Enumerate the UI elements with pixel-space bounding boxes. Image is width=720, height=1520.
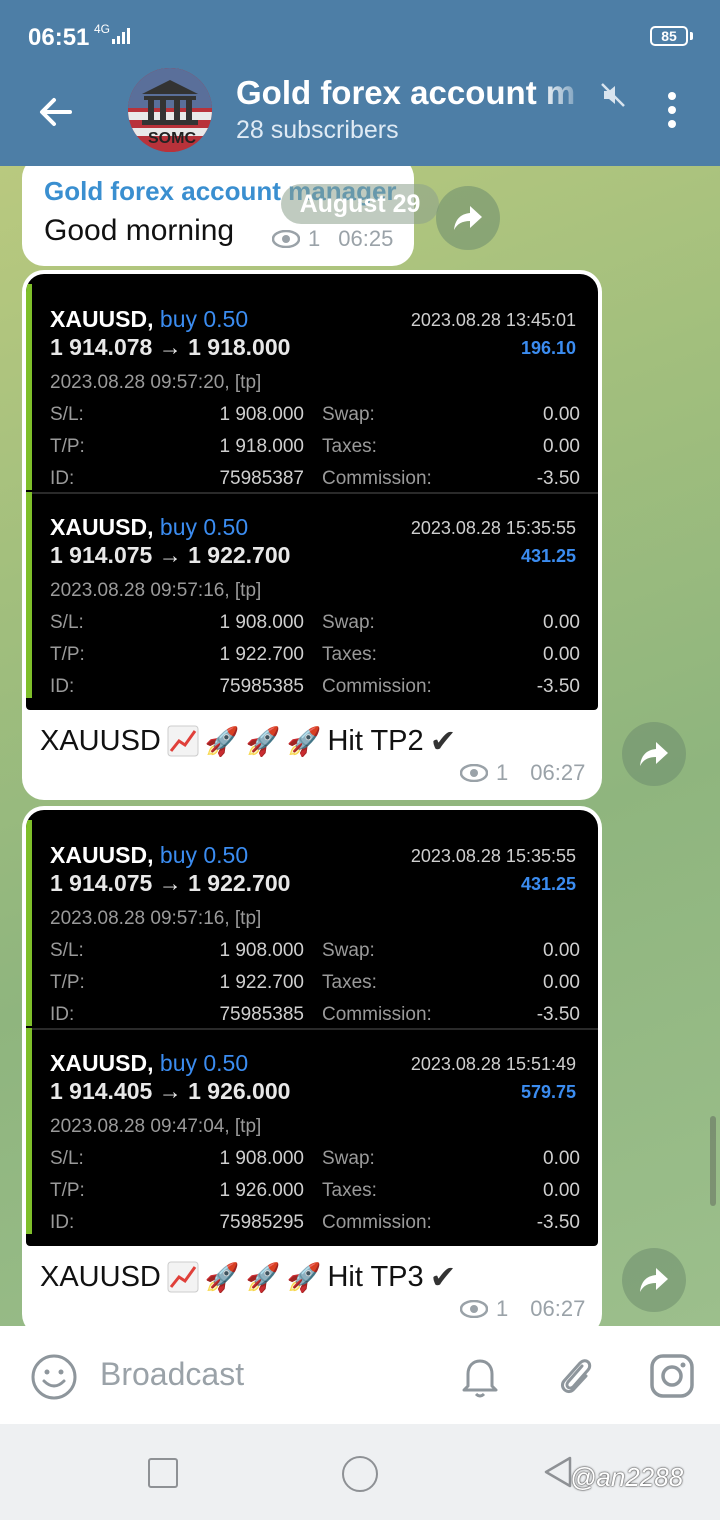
share-arrow-icon — [640, 1268, 668, 1292]
status-time: 06:51 — [28, 24, 90, 51]
message-time: 06:27 — [530, 760, 586, 785]
caption-text: Hit TP3 — [327, 1260, 424, 1293]
subscriber-count: 28 subscribers — [236, 116, 399, 144]
view-count: 1 — [496, 760, 509, 785]
trade-symbol: XAUUSD, — [50, 842, 154, 868]
share-arrow-icon — [640, 742, 668, 766]
message-meta: 1 06:27 — [460, 760, 585, 786]
home-button[interactable] — [342, 1456, 378, 1492]
channel-title[interactable]: Gold forex account m — [236, 74, 582, 112]
message-text: Good morning — [44, 214, 235, 247]
trade-prices: 1 914.078 → 1 918.000 — [50, 334, 291, 360]
emoji-icon[interactable] — [30, 1353, 78, 1401]
message-input-bar: Broadcast — [0, 1326, 720, 1424]
broadcast-input[interactable]: Broadcast — [100, 1356, 244, 1393]
message-time: 06:25 — [338, 226, 394, 251]
trade-open-time: 2023.08.28 09:57:16, [tp] — [50, 580, 262, 601]
system-nav-bar: @an2288 — [0, 1424, 720, 1520]
bell-icon[interactable] — [456, 1352, 504, 1400]
camera-icon[interactable] — [648, 1352, 696, 1400]
scrollbar[interactable] — [710, 1116, 716, 1206]
message-caption: XAUUSD 🚀 🚀 🚀 Hit TP3 ✔ — [40, 1258, 456, 1296]
trade-open-time: 2023.08.28 09:57:20, [tp] — [50, 372, 262, 393]
trade-side: buy 0.50 — [159, 514, 249, 540]
rocket-icon: 🚀 — [245, 725, 281, 757]
trade-close-time: 2023.08.28 15:35:55 — [410, 846, 576, 866]
muted-icon — [601, 83, 625, 107]
forward-button[interactable] — [622, 722, 686, 786]
trade-open-time: 2023.08.28 09:47:04, [tp] — [50, 1116, 262, 1137]
caption-symbol: XAUUSD — [40, 1260, 161, 1293]
trade-entry: XAUUSD, buy 0.50 1 914.075 → 1 922.700 2… — [26, 492, 598, 698]
network-type: 4G — [94, 22, 111, 36]
trade-symbol: XAUUSD, — [50, 306, 154, 332]
rocket-icon: 🚀 — [286, 725, 322, 757]
battery-tip — [690, 32, 693, 40]
watermark: @an2288 — [570, 1462, 684, 1492]
trade-entry: XAUUSD, buy 0.50 1 914.405 → 1 926.000 2… — [26, 1028, 598, 1234]
trade-close-time: 2023.08.28 15:51:49 — [410, 1054, 576, 1074]
trade-close-time: 2023.08.28 13:45:01 — [410, 310, 576, 330]
message-bubble[interactable]: XAUUSD, buy 0.50 1 914.075 → 1 922.700 2… — [22, 806, 602, 1326]
trade-prices: 1 914.075 → 1 922.700 — [50, 870, 291, 896]
check-icon: ✔ — [429, 1259, 457, 1295]
message-meta: 1 06:27 — [460, 1296, 585, 1322]
views-eye-icon — [460, 1300, 488, 1318]
trade-close-time: 2023.08.28 15:35:55 — [410, 518, 576, 538]
view-count: 1 — [308, 226, 321, 251]
chat-area[interactable]: Gold forex account manager Good morning … — [0, 166, 720, 1326]
attach-icon[interactable] — [552, 1352, 600, 1400]
caption-text: Hit TP2 — [327, 724, 424, 757]
trade-prices: 1 914.075 → 1 922.700 — [50, 542, 291, 568]
date-pill: August 29 — [281, 184, 439, 224]
avatar-label: SOMC — [148, 130, 196, 147]
trade-screenshot[interactable]: XAUUSD, buy 0.50 1 914.078 → 1 918.000 2… — [26, 274, 598, 710]
channel-avatar[interactable]: SOMC — [128, 68, 212, 152]
title-fade — [540, 72, 590, 112]
forward-button[interactable] — [436, 186, 500, 250]
chart-increasing-icon — [167, 1261, 199, 1293]
more-options-icon[interactable] — [660, 90, 684, 130]
trade-side: buy 0.50 — [159, 1050, 249, 1076]
back-arrow-icon[interactable] — [34, 90, 78, 134]
rocket-icon: 🚀 — [204, 1261, 240, 1293]
trade-profit: 579.75 — [520, 1082, 576, 1102]
forward-button[interactable] — [622, 1248, 686, 1312]
caption-symbol: XAUUSD — [40, 724, 161, 757]
chart-increasing-icon — [167, 725, 199, 757]
message-time: 06:27 — [530, 1296, 586, 1321]
trade-profit: 431.25 — [520, 874, 576, 894]
trade-open-time: 2023.08.28 09:57:16, [tp] — [50, 908, 262, 929]
trade-prices: 1 914.405 → 1 926.000 — [50, 1078, 291, 1104]
check-icon: ✔ — [429, 723, 457, 759]
rocket-icon: 🚀 — [204, 725, 240, 757]
trade-entry: XAUUSD, buy 0.50 1 914.075 → 1 922.700 2… — [26, 820, 598, 1026]
trade-profit: 196.10 — [520, 338, 576, 358]
message-caption: XAUUSD 🚀 🚀 🚀 Hit TP2 ✔ — [40, 722, 456, 760]
trade-side: buy 0.50 — [159, 306, 249, 332]
signal-icon — [112, 28, 130, 44]
trade-symbol: XAUUSD, — [50, 514, 154, 540]
rocket-icon: 🚀 — [245, 1261, 281, 1293]
chat-header: SOMC Gold forex account m 28 subscribers — [0, 66, 720, 166]
views-eye-icon — [272, 230, 300, 248]
trade-side: buy 0.50 — [159, 842, 249, 868]
share-arrow-icon — [454, 206, 482, 230]
message-bubble[interactable]: XAUUSD, buy 0.50 1 914.078 → 1 918.000 2… — [22, 270, 602, 800]
trade-entry: XAUUSD, buy 0.50 1 914.078 → 1 918.000 2… — [26, 284, 598, 490]
trade-symbol: XAUUSD, — [50, 1050, 154, 1076]
rocket-icon: 🚀 — [286, 1261, 322, 1293]
message-meta: 1 06:25 — [272, 226, 393, 252]
views-eye-icon — [460, 764, 488, 782]
battery-icon: 85 — [650, 26, 688, 46]
trade-profit: 431.25 — [520, 546, 576, 566]
view-count: 1 — [496, 1296, 509, 1321]
status-bar: 06:51 4G 85 — [0, 0, 720, 66]
trade-screenshot[interactable]: XAUUSD, buy 0.50 1 914.075 → 1 922.700 2… — [26, 810, 598, 1246]
recents-button[interactable] — [148, 1458, 178, 1488]
